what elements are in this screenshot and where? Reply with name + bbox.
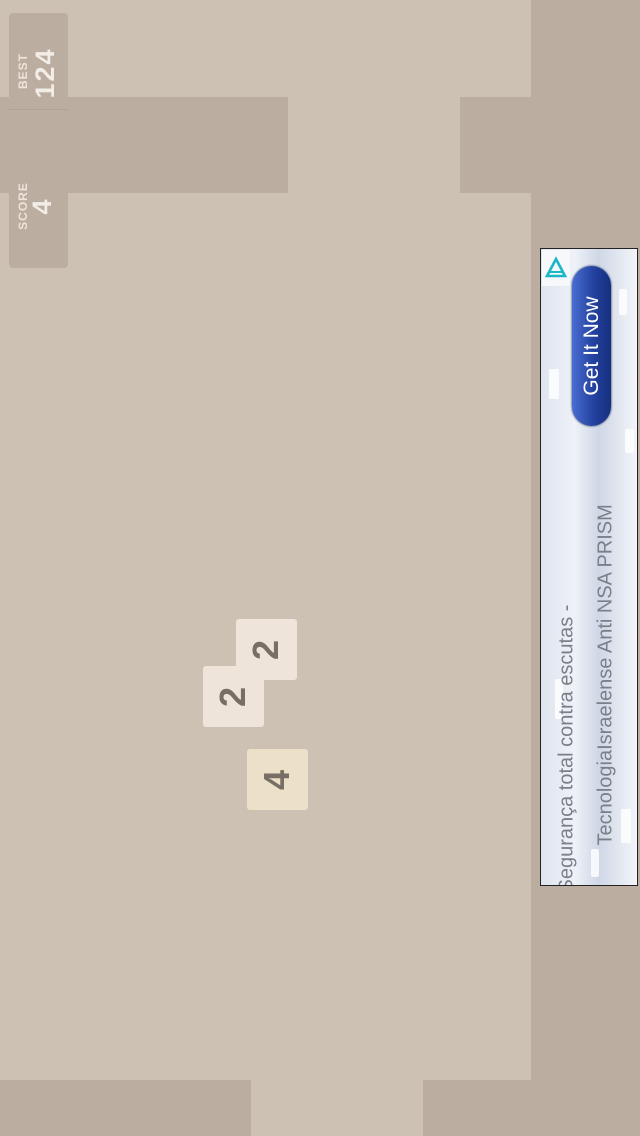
ad-background-speck [619, 289, 627, 315]
score-divider [9, 109, 68, 110]
tile-2: 2 [203, 666, 264, 727]
footer-bar-left [0, 1080, 251, 1136]
get-it-now-label: Get It Now [580, 296, 603, 396]
get-it-now-button[interactable]: Get It Now [572, 266, 611, 426]
footer-bar-right [423, 1080, 531, 1136]
ad-logo [542, 250, 570, 286]
triangle-logo-icon [544, 256, 568, 278]
ad-headline-2: TecnologiaIsraelense Anti NSA PRISM [594, 504, 617, 846]
ad-background-speck [625, 429, 634, 453]
tile-4: 4 [247, 749, 308, 810]
ad-background-speck [591, 849, 599, 877]
score-panel: BEST 124 SCORE 4 [9, 13, 68, 268]
best-value: 124 [30, 47, 60, 99]
tile-value: 2 [245, 639, 287, 660]
ad-banner[interactable]: Get It Now Segurança total contra escuta… [540, 248, 638, 886]
best-label: BEST [16, 53, 30, 90]
ad-background-speck [621, 809, 631, 843]
ad-headline-1: Segurança total contra escutas - [555, 604, 578, 886]
score-value: 4 [27, 197, 57, 215]
header-bar-right [460, 97, 531, 193]
tile-value: 4 [256, 769, 298, 790]
ad-background-speck [549, 369, 559, 399]
tile-value: 2 [212, 686, 254, 707]
